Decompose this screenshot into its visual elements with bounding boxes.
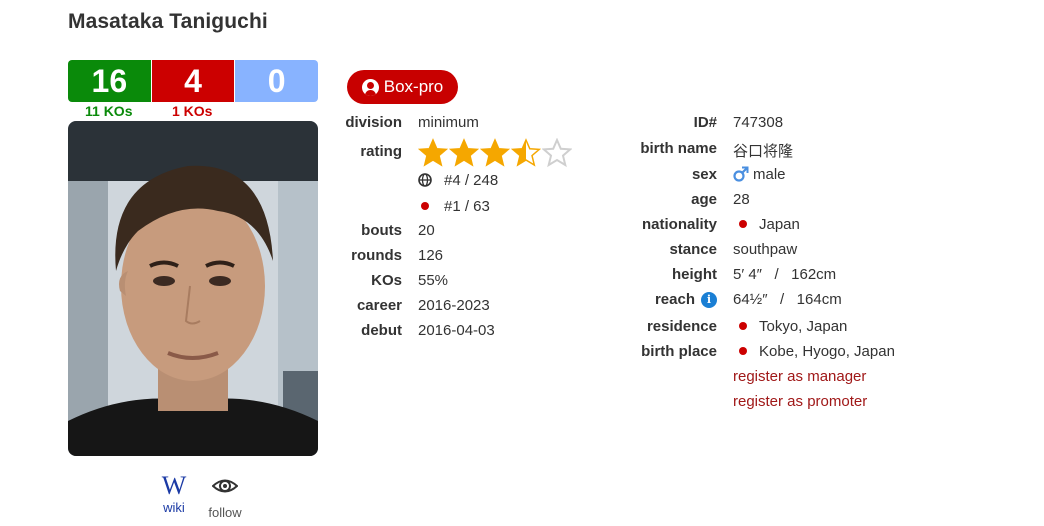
nationality-value: Japan: [733, 216, 800, 233]
world-rank: #4 / 248: [418, 172, 498, 189]
age-label: age: [691, 191, 717, 208]
wiki-link[interactable]: W wiki: [159, 471, 189, 516]
height-value: 5′ 4″ / 162cm: [733, 266, 837, 283]
id-value: 747308: [733, 114, 784, 131]
division-value: minimum: [418, 114, 479, 131]
male-icon: [733, 166, 749, 182]
bouts-label: bouts: [361, 222, 402, 239]
country-rank-value: #1 / 63: [444, 198, 490, 215]
birth-name-label: birth name: [640, 140, 717, 157]
win-kos: 11 KOs: [85, 103, 133, 119]
kos-value: 55%: [418, 272, 449, 289]
debut-label: debut: [361, 322, 402, 339]
birth-place-text: Kobe, Hyogo, Japan: [759, 343, 895, 360]
wiki-label: wiki: [163, 500, 185, 515]
japan-flag-icon: [739, 322, 747, 330]
sex-text: male: [753, 166, 786, 183]
division-label: division: [345, 114, 402, 131]
reach-label: reach i: [655, 291, 717, 308]
star-icon: [418, 138, 448, 167]
stance-value: southpaw: [733, 241, 798, 258]
rounds-label: rounds: [351, 247, 402, 264]
star-icon: [542, 138, 572, 168]
star-icon: [511, 138, 541, 167]
career-label: career: [356, 297, 402, 314]
boxer-name: Masataka Taniguchi: [68, 10, 268, 33]
residence-value: Tokyo, Japan: [733, 318, 847, 335]
birth-place-label: birth place: [641, 343, 717, 360]
draws-count: 0: [234, 60, 318, 102]
eye-icon: [211, 479, 239, 493]
japan-flag-icon: [739, 347, 747, 355]
world-rank-value: #4 / 248: [444, 172, 499, 189]
height-label: height: [672, 266, 717, 283]
info-icon[interactable]: i: [701, 292, 717, 308]
japan-flag-icon: [421, 202, 429, 210]
star-icon: [449, 138, 479, 167]
follow-label: follow: [208, 505, 242, 520]
residence-text: Tokyo, Japan: [759, 318, 848, 335]
rounds-value: 126: [418, 247, 444, 264]
birth-name-value: 谷口将隆: [733, 142, 794, 160]
wins-count: 16: [68, 60, 151, 102]
kos-label: KOs: [371, 272, 402, 289]
career-value: 2016-2023: [418, 297, 490, 314]
age-value: 28: [733, 191, 750, 208]
user-icon: [361, 78, 379, 96]
boxer-photo: [68, 121, 318, 456]
nationality-label: nationality: [641, 216, 717, 233]
losses-count: 4: [150, 60, 235, 102]
birth-place-value: Kobe, Hyogo, Japan: [733, 343, 895, 360]
sex-value: male: [733, 166, 786, 183]
bouts-value: 20: [418, 222, 435, 239]
star-icon: [480, 138, 510, 167]
country-rank: #1 / 63: [418, 198, 490, 215]
register-promoter-link[interactable]: register as promoter: [733, 393, 867, 410]
id-label: ID#: [693, 114, 717, 131]
badge-label: Box-pro: [383, 77, 444, 96]
japan-flag-icon: [739, 220, 747, 228]
debut-value: 2016-04-03: [418, 322, 495, 339]
follow-button[interactable]: follow: [204, 474, 246, 520]
stance-label: stance: [669, 241, 717, 258]
wikipedia-icon: W: [161, 471, 187, 500]
register-manager-link[interactable]: register as manager: [733, 368, 866, 385]
globe-icon: [418, 173, 432, 187]
sex-label: sex: [691, 166, 717, 183]
record-boxes: 16 4 0: [68, 60, 318, 102]
residence-label: residence: [646, 318, 717, 335]
rating-stars: [418, 138, 573, 168]
box-pro-badge: Box-pro: [347, 70, 458, 104]
reach-label-text: reach: [654, 291, 695, 308]
reach-value: 64½″ / 164cm: [733, 291, 842, 308]
rating-label: rating: [360, 143, 402, 160]
nationality-text: Japan: [759, 216, 800, 233]
loss-kos: 1 KOs: [172, 103, 213, 119]
